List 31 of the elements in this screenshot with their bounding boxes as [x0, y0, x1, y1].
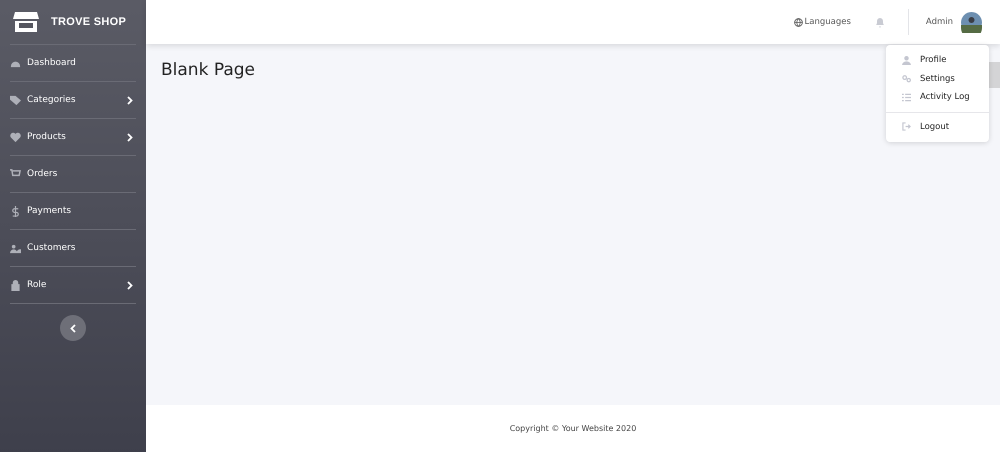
menu-item[interactable]: Profile: [886, 51, 989, 70]
heart-icon: [10, 132, 21, 142]
store-icon: [13, 11, 39, 33]
brand-name: TROVE SHOP: [51, 16, 126, 28]
collapse-button[interactable]: [60, 315, 86, 341]
nav-item[interactable]: Orders: [10, 156, 136, 193]
menu-item[interactable]: Logout: [886, 118, 989, 136]
page-title: Blank Page: [161, 60, 255, 80]
copyright-text: Copyright © Your Website 2020: [510, 424, 636, 433]
menu-item[interactable]: Settings: [886, 70, 989, 88]
avatar-icon: [961, 12, 982, 32]
menu-item[interactable]: Activity Log: [886, 88, 989, 106]
languages-button[interactable]: Languages: [794, 17, 851, 27]
gears-icon: [902, 74, 911, 84]
logout-icon: [902, 122, 911, 132]
users-icon: [10, 242, 21, 254]
nav-item[interactable]: Payments: [10, 193, 136, 230]
chevron-icon: [70, 324, 76, 332]
user-menu-button[interactable]: Admin: [926, 12, 982, 32]
globe-icon: [794, 18, 803, 26]
tag-icon: [10, 94, 21, 106]
nav-item[interactable]: Role: [10, 267, 136, 304]
lock-icon: [10, 280, 21, 290]
nav-item[interactable]: Dashboard: [10, 45, 136, 82]
dollar-icon: [10, 206, 21, 216]
bell-icon[interactable]: [874, 16, 885, 28]
nav-item[interactable]: Products: [10, 119, 136, 156]
list-icon: [902, 92, 911, 102]
nav-item[interactable]: Categories: [10, 82, 136, 119]
user-icon: [902, 56, 911, 65]
nav-item[interactable]: Customers: [10, 230, 136, 267]
